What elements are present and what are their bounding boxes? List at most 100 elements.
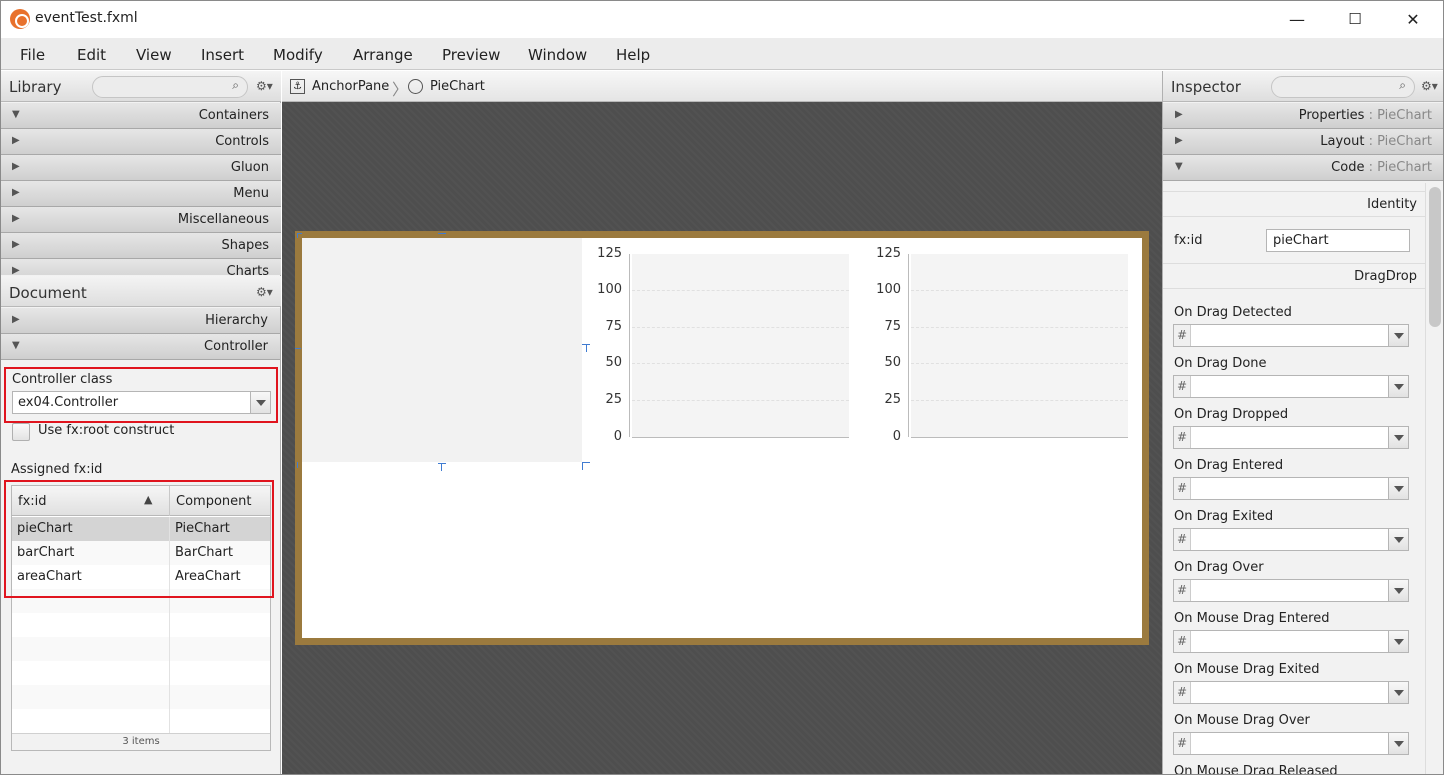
event-handler-combo[interactable]: # (1173, 579, 1409, 602)
menu-help[interactable]: Help (616, 46, 650, 64)
inspector-title: Inspector (1171, 78, 1241, 96)
event-handler-combo[interactable]: # (1173, 681, 1409, 704)
library-section-gluon[interactable]: ▶ Gluon (0, 155, 281, 181)
menu-file[interactable]: File (20, 46, 45, 64)
inspector-section-layout[interactable]: ▶ Layout : PieChart (1163, 129, 1444, 155)
y-tick-label: 75 (605, 319, 622, 334)
inspector-search-input[interactable]: ⌕ (1271, 76, 1415, 98)
selection-handle[interactable] (438, 233, 446, 234)
piechart-icon (408, 79, 423, 94)
expand-icon: ▼ (12, 109, 20, 120)
collapse-icon: ▶ (1175, 109, 1183, 120)
chevron-down-icon[interactable] (1388, 733, 1408, 754)
sort-ascending-icon: ▲ (144, 493, 153, 506)
chevron-down-icon[interactable] (1388, 631, 1408, 652)
library-section-miscellaneous[interactable]: ▶ Miscellaneous (0, 207, 281, 233)
selection-handle[interactable] (297, 233, 298, 238)
controller-class-value: ex04.Controller (18, 395, 119, 410)
event-handler-combo[interactable]: # (1173, 477, 1409, 500)
selection-handle[interactable] (295, 348, 301, 349)
library-title: Library (9, 78, 62, 96)
document-section-hierarchy[interactable]: ▶ Hierarchy (0, 308, 280, 334)
use-root-label: Use fx:root construct (38, 423, 175, 438)
minimize-button[interactable]: — (1268, 0, 1326, 38)
plot-area (911, 254, 1128, 437)
chevron-down-icon[interactable] (1388, 427, 1408, 448)
inspector-scrollbar[interactable] (1425, 183, 1444, 775)
menu-view[interactable]: View (136, 46, 172, 64)
event-handler-combo[interactable]: # (1173, 528, 1409, 551)
selection-handle[interactable] (441, 463, 442, 471)
area-chart[interactable]: 125 100 75 50 25 0 (871, 245, 1131, 445)
gear-icon[interactable]: ⚙▾ (1421, 79, 1438, 93)
selection-handle[interactable] (438, 463, 446, 464)
breadcrumb-piechart[interactable]: PieChart (430, 79, 485, 94)
chevron-down-icon[interactable] (1388, 376, 1408, 397)
table-row[interactable]: areaChart AreaChart (12, 565, 270, 589)
controller-class-combo[interactable]: ex04.Controller (12, 391, 271, 414)
menu-window[interactable]: Window (528, 46, 587, 64)
y-tick-label: 50 (884, 355, 901, 370)
breadcrumb-anchorpane[interactable]: AnchorPane (312, 79, 389, 94)
library-section-containers[interactable]: ▼ Containers (0, 103, 281, 129)
identity-header: Identity (1367, 197, 1417, 212)
selection-handle[interactable] (586, 344, 587, 352)
event-label: On Drag Exited (1174, 509, 1274, 524)
breadcrumb: ⚓ AnchorPane 〉 PieChart (282, 71, 1162, 102)
y-tick-label: 25 (884, 392, 901, 407)
y-tick-label: 125 (597, 246, 622, 261)
event-handler-combo[interactable]: # (1173, 324, 1409, 347)
column-header-fxid[interactable]: fx:id ▲ (12, 486, 170, 516)
menu-preview[interactable]: Preview (442, 46, 500, 64)
expand-icon: ▼ (12, 340, 20, 351)
menu-arrange[interactable]: Arrange (353, 46, 413, 64)
use-root-checkbox[interactable] (12, 423, 30, 441)
chevron-down-icon[interactable] (1388, 325, 1408, 346)
close-button[interactable]: ✕ (1384, 0, 1442, 38)
event-handler-combo[interactable]: # (1173, 375, 1409, 398)
chevron-down-icon[interactable] (1388, 682, 1408, 703)
item-count: 3 items (122, 736, 160, 747)
gear-icon[interactable]: ⚙▾ (256, 285, 273, 299)
table-header: fx:id ▲ Component (12, 486, 270, 516)
x-axis (632, 437, 849, 438)
library-section-shapes[interactable]: ▶ Shapes (0, 233, 281, 259)
bar-chart[interactable]: 125 100 75 50 25 0 (592, 245, 852, 445)
y-axis (908, 254, 909, 437)
library-section-menu[interactable]: ▶ Menu (0, 181, 281, 207)
document-section-controller[interactable]: ▼ Controller (0, 334, 280, 360)
event-handler-combo[interactable]: # (1173, 630, 1409, 653)
collapse-icon: ▶ (12, 213, 20, 224)
table-row[interactable]: pieChart PieChart (12, 517, 270, 541)
scrollbar-thumb[interactable] (1429, 187, 1441, 327)
document-title: Document (9, 284, 87, 302)
maximize-button[interactable]: ☐ (1326, 0, 1384, 38)
gear-icon[interactable]: ⚙▾ (256, 79, 273, 93)
chevron-down-icon[interactable] (1388, 478, 1408, 499)
chevron-down-icon[interactable] (1388, 529, 1408, 550)
selection-handle[interactable] (582, 462, 583, 470)
event-handler-combo[interactable]: # (1173, 426, 1409, 449)
library-section-charts[interactable]: ▶ Charts (0, 259, 281, 275)
menu-edit[interactable]: Edit (77, 46, 106, 64)
event-handler-combo[interactable]: # (1173, 732, 1409, 755)
inspector-section-code[interactable]: ▼ Code : PieChart (1163, 155, 1444, 181)
column-header-component[interactable]: Component (176, 494, 251, 509)
selection-handle[interactable] (297, 462, 298, 468)
pie-chart[interactable] (302, 238, 582, 462)
menu-modify[interactable]: Modify (273, 46, 323, 64)
table-row[interactable]: barChart BarChart (12, 541, 270, 565)
chevron-down-icon[interactable] (1388, 580, 1408, 601)
menu-insert[interactable]: Insert (201, 46, 244, 64)
y-tick-label: 50 (605, 355, 622, 370)
library-section-controls[interactable]: ▶ Controls (0, 129, 281, 155)
selection-handle[interactable] (582, 462, 590, 463)
y-tick-label: 100 (876, 282, 901, 297)
chevron-down-icon[interactable] (250, 392, 270, 413)
fxid-input[interactable]: pieChart (1266, 229, 1410, 252)
dragdrop-header: DragDrop (1354, 269, 1417, 284)
library-search-input[interactable]: ⌕ (92, 76, 248, 98)
inspector-section-properties[interactable]: ▶ Properties : PieChart (1163, 103, 1444, 129)
event-label: On Drag Detected (1174, 305, 1292, 320)
menu-bar: File Edit View Insert Modify Arrange Pre… (0, 38, 1444, 70)
